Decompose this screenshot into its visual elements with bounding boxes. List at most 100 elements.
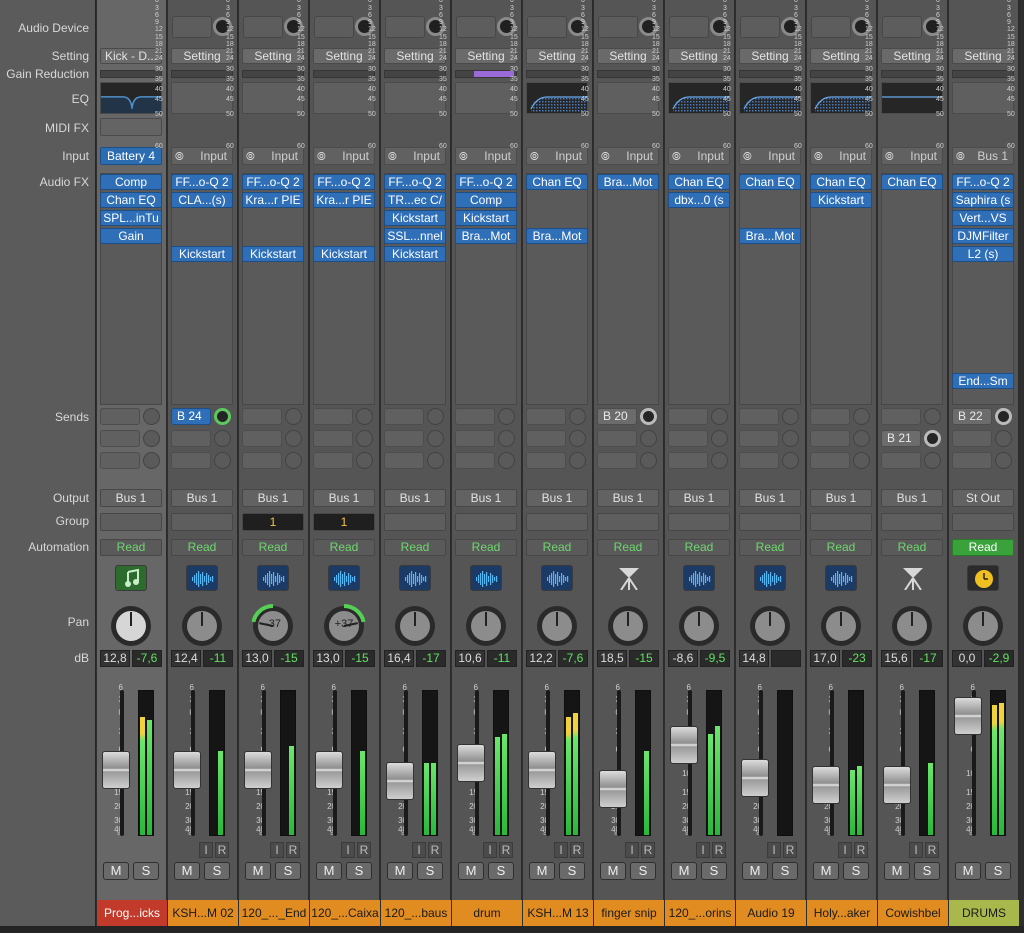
track-name[interactable]: 120_...baus: [381, 900, 451, 926]
automation-mode-button[interactable]: Read: [810, 539, 872, 556]
track-name[interactable]: Holy...aker: [807, 900, 877, 926]
solo-button[interactable]: S: [417, 862, 443, 880]
input-monitor-button[interactable]: I: [838, 842, 852, 858]
send-level-knob[interactable]: [285, 408, 302, 425]
volume-fader[interactable]: [102, 751, 130, 790]
send-slot[interactable]: [739, 430, 779, 447]
volume-fader[interactable]: [954, 697, 982, 736]
group-slot[interactable]: [455, 513, 517, 531]
peak-readout[interactable]: -7,6: [558, 650, 588, 667]
send-level-knob[interactable]: [143, 452, 160, 469]
record-enable-button[interactable]: R: [499, 842, 513, 858]
send-level-knob[interactable]: [143, 430, 160, 447]
waveform-icon[interactable]: [328, 565, 360, 591]
record-enable-button[interactable]: R: [925, 842, 939, 858]
audio-fx-plugin[interactable]: Kickstart: [313, 246, 375, 262]
send-slot[interactable]: B 21: [881, 430, 921, 447]
send-slot[interactable]: [313, 408, 353, 425]
input-slot[interactable]: ⦾ Bus 1: [952, 147, 1014, 165]
audio-fx-plugin[interactable]: Chan EQ: [810, 174, 872, 190]
pan-knob[interactable]: -37: [251, 604, 295, 648]
send-slot[interactable]: B 24: [171, 408, 211, 425]
solo-button[interactable]: S: [488, 862, 514, 880]
audio-fx-plugin[interactable]: Chan EQ: [668, 174, 730, 190]
audio-device-field[interactable]: [172, 16, 212, 38]
eq-thumbnail[interactable]: [952, 82, 1014, 114]
automation-mode-button[interactable]: Read: [384, 539, 446, 556]
send-slot[interactable]: [810, 408, 850, 425]
send-level-knob[interactable]: [214, 430, 231, 447]
audio-fx-plugin[interactable]: Gain: [100, 228, 162, 244]
solo-button[interactable]: S: [275, 862, 301, 880]
volume-readout[interactable]: 15,6: [881, 650, 911, 667]
midi-fx-slot[interactable]: [100, 118, 162, 136]
music-note-icon[interactable]: [115, 565, 147, 591]
audio-fx-plugin[interactable]: TR...ec C/: [384, 192, 446, 208]
track-name[interactable]: finger snip: [594, 900, 664, 926]
send-slot[interactable]: [668, 452, 708, 469]
audio-fx-plugin[interactable]: L2 (s): [952, 246, 1014, 262]
mute-button[interactable]: M: [600, 862, 626, 880]
input-slot[interactable]: Battery 4: [100, 147, 162, 165]
pan-knob[interactable]: [890, 604, 934, 648]
input-monitor-button[interactable]: I: [412, 842, 426, 858]
send-slot[interactable]: [597, 452, 637, 469]
automation-mode-button[interactable]: Read: [952, 539, 1014, 556]
waveform-icon[interactable]: [541, 565, 573, 591]
mute-button[interactable]: M: [955, 862, 981, 880]
output-slot[interactable]: Bus 1: [739, 489, 801, 507]
volume-readout[interactable]: 12,8: [100, 650, 130, 667]
record-enable-button[interactable]: R: [215, 842, 229, 858]
group-slot[interactable]: [597, 513, 659, 531]
input-slot[interactable]: ⦾ Input: [171, 147, 233, 165]
mute-button[interactable]: M: [458, 862, 484, 880]
volume-readout[interactable]: -8,6: [668, 650, 698, 667]
setting-button[interactable]: Setting: [171, 48, 233, 64]
setting-button[interactable]: Setting: [668, 48, 730, 64]
send-level-knob[interactable]: [995, 408, 1012, 425]
send-slot[interactable]: [952, 452, 992, 469]
send-slot[interactable]: [100, 430, 140, 447]
record-enable-button[interactable]: R: [357, 842, 371, 858]
mute-button[interactable]: M: [103, 862, 129, 880]
eq-thumbnail[interactable]: [171, 82, 233, 114]
send-slot[interactable]: [739, 408, 779, 425]
peak-readout[interactable]: -9,5: [700, 650, 730, 667]
group-slot[interactable]: [881, 513, 943, 531]
send-level-knob[interactable]: [782, 430, 799, 447]
input-monitor-button[interactable]: I: [909, 842, 923, 858]
setting-button[interactable]: Setting: [597, 48, 659, 64]
audio-fx-plugin[interactable]: FF...o-Q 2: [384, 174, 446, 190]
volume-fader[interactable]: [812, 765, 840, 804]
audio-fx-plugin[interactable]: SPL...inTu: [100, 210, 162, 226]
send-slot[interactable]: [455, 452, 495, 469]
group-slot[interactable]: [100, 513, 162, 531]
send-slot[interactable]: [242, 452, 282, 469]
track-name[interactable]: Audio 19: [736, 900, 806, 926]
volume-readout[interactable]: 14,8: [739, 650, 769, 667]
send-level-knob[interactable]: [782, 452, 799, 469]
automation-mode-button[interactable]: Read: [313, 539, 375, 556]
record-enable-button[interactable]: R: [783, 842, 797, 858]
send-slot[interactable]: [242, 430, 282, 447]
pan-knob[interactable]: [606, 604, 650, 648]
setting-button[interactable]: Setting: [810, 48, 872, 64]
send-level-knob[interactable]: [356, 430, 373, 447]
send-level-knob[interactable]: [995, 430, 1012, 447]
audio-device-field[interactable]: [598, 16, 638, 38]
track-name[interactable]: 120_...orins: [665, 900, 735, 926]
output-slot[interactable]: Bus 1: [384, 489, 446, 507]
volume-readout[interactable]: 12,2: [526, 650, 556, 667]
solo-button[interactable]: S: [204, 862, 230, 880]
track-name[interactable]: Cowishbel: [878, 900, 948, 926]
send-level-knob[interactable]: [214, 408, 231, 425]
send-level-knob[interactable]: [143, 408, 160, 425]
track-name[interactable]: drum: [452, 900, 522, 926]
waveform-icon[interactable]: [470, 565, 502, 591]
waveform-icon[interactable]: [683, 565, 715, 591]
mute-button[interactable]: M: [813, 862, 839, 880]
send-level-knob[interactable]: [711, 452, 728, 469]
clock-icon[interactable]: [967, 565, 999, 591]
automation-mode-button[interactable]: Read: [171, 539, 233, 556]
send-level-knob[interactable]: [924, 408, 941, 425]
